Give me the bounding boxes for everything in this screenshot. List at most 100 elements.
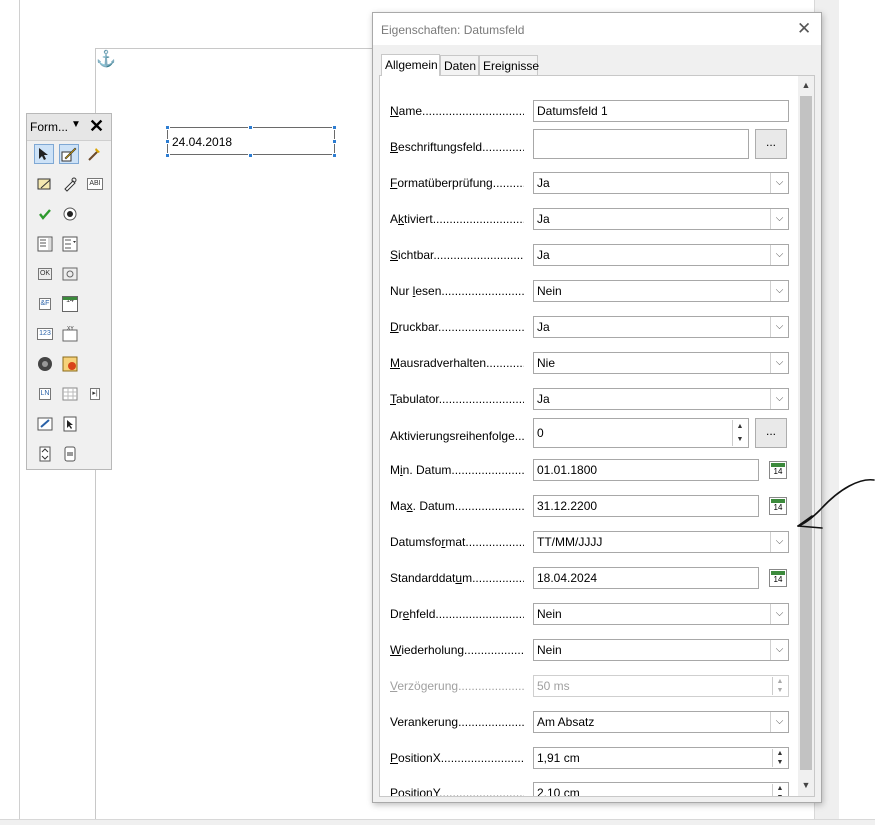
selection-handle-bottom-right[interactable] [332, 153, 337, 158]
selection-handle-top-right[interactable] [332, 125, 337, 130]
push-button-icon[interactable]: OK [35, 264, 55, 284]
image-button-icon[interactable] [60, 264, 80, 284]
label-leader-dots: ........................................… [433, 248, 524, 262]
selection-handle-left[interactable] [165, 139, 170, 144]
selection-handle-bottom[interactable] [248, 153, 253, 158]
field-datumsformat[interactable]: TT/MM/JJJJ ⌵ [533, 531, 789, 553]
selection-handle-top[interactable] [248, 125, 253, 130]
field-positionx[interactable]: 1,91 cm ▲ ▼ [533, 747, 789, 769]
property-name: Max. Datum [390, 499, 455, 513]
numerical-field-icon[interactable]: 123 [35, 324, 55, 344]
activation-order-icon[interactable] [60, 414, 80, 434]
list-box-icon[interactable] [35, 234, 55, 254]
label-leader-dots: ........................................… [422, 104, 524, 118]
scroll-down-icon[interactable]: ▼ [798, 780, 814, 794]
spin-button-icon[interactable]: ▲▼ [772, 784, 787, 796]
chevron-down-icon[interactable]: ⌵ [770, 532, 788, 552]
navigation-bar-icon[interactable] [35, 354, 55, 374]
label-field-icon[interactable]: ABI [85, 174, 105, 194]
spin-button-icon[interactable] [35, 444, 55, 464]
field-drehfeld[interactable]: Nein ⌵ [533, 603, 789, 625]
dialog-titlebar[interactable]: Eigenschaften: Datumsfeld ✕ [373, 13, 821, 45]
field-min-datum[interactable]: 01.01.1800 [533, 459, 759, 481]
field-mausradverhalten[interactable]: Nie ⌵ [533, 352, 789, 374]
chevron-down-icon[interactable]: ⌵ [770, 317, 788, 337]
property-name: Wiederholung [390, 643, 465, 657]
selection-handle-top-left[interactable] [165, 125, 170, 130]
calendar-icon[interactable]: 14 [769, 461, 787, 479]
formatted-field-icon[interactable]: &F [35, 294, 55, 314]
file-selection-icon[interactable]: ▸| [85, 384, 105, 404]
label-leader-dots: ........................................… [441, 284, 524, 298]
field-formatüberprüfung[interactable]: Ja ⌵ [533, 172, 789, 194]
field-aktivierungsreihenfolge[interactable]: 0 ▲ ▼ [533, 418, 749, 448]
design-mode-icon[interactable] [59, 144, 79, 164]
field-wiederholung[interactable]: Nein ⌵ [533, 639, 789, 661]
selection-handle-right[interactable] [332, 139, 337, 144]
date-field-icon[interactable]: 14 [60, 294, 80, 314]
spin-button-icon[interactable]: ▲▼ [732, 420, 747, 446]
label-leader-dots: ........................................… [458, 715, 524, 729]
chevron-down-icon[interactable]: ⌵ [770, 245, 788, 265]
field-nur-lesen[interactable]: Nein ⌵ [533, 280, 789, 302]
field-name[interactable]: Datumsfeld 1 [533, 100, 789, 122]
calendar-icon[interactable]: 14 [769, 569, 787, 587]
pattern-field-icon[interactable]: XY [60, 324, 80, 344]
field-sichtbar[interactable]: Ja ⌵ [533, 244, 789, 266]
field-druckbar[interactable]: Ja ⌵ [533, 316, 789, 338]
control-wizards-icon[interactable] [84, 144, 104, 164]
property-name: Verzögerung [390, 679, 459, 693]
chevron-down-icon[interactable]: ⌵ [770, 389, 788, 409]
tab-daten[interactable]: Daten [440, 55, 479, 76]
control-properties-icon[interactable] [60, 174, 80, 194]
property-name: Datumsformat [390, 535, 466, 549]
ellipsis-button-beschriftungsfeld[interactable]: ... [755, 129, 787, 159]
anchor-icon[interactable]: ⚓ [96, 50, 116, 70]
tab-allgemein[interactable]: Allgemein [381, 54, 440, 76]
ellipsis-button-aktivierungsreihenfolge[interactable]: ... [755, 418, 787, 448]
scroll-up-icon[interactable]: ▲ [798, 80, 814, 94]
form-design-icon[interactable] [35, 174, 55, 194]
chevron-down-icon[interactable]: ⌵ [770, 281, 788, 301]
calendar-icon[interactable]: 14 [769, 497, 787, 515]
properties-scrollbar[interactable]: ▲ ▼ [798, 76, 814, 796]
chevron-down-icon[interactable]: ⌵ [770, 604, 788, 624]
text-field-icon[interactable]: LN [35, 384, 55, 404]
toolbar-header[interactable]: Form... ▼ ✕ [27, 114, 111, 141]
field-positiony[interactable]: 2,10 cm ▲▼ [533, 782, 789, 796]
table-control-icon[interactable] [60, 384, 80, 404]
field-value: 18.04.2024 [537, 571, 598, 585]
group-box-icon[interactable] [35, 414, 55, 434]
chevron-down-icon[interactable]: ⌵ [770, 209, 788, 229]
combo-box-icon[interactable] [60, 234, 80, 254]
field-standarddatum[interactable]: 18.04.2024 [533, 567, 759, 589]
image-control-icon[interactable] [60, 354, 80, 374]
chevron-down-icon[interactable]: ⌵ [770, 712, 788, 732]
field-tabulator[interactable]: Ja ⌵ [533, 388, 789, 410]
selection-handle-bottom-left[interactable] [165, 153, 170, 158]
tab-ereignisse[interactable]: Ereignisse [479, 55, 539, 76]
toolbar-dropdown-icon[interactable]: ▼ [71, 119, 81, 130]
option-button-icon[interactable] [60, 204, 80, 224]
field-beschriftungsfeld[interactable] [533, 129, 749, 159]
field-max-datum[interactable]: 31.12.2200 [533, 495, 759, 517]
label-leader-dots: ........................................… [438, 320, 524, 334]
checkbox-icon[interactable] [35, 204, 55, 224]
field-aktiviert[interactable]: Ja ⌵ [533, 208, 789, 230]
chevron-down-icon[interactable]: ⌵ [770, 173, 788, 193]
scrollbar-thumb[interactable] [800, 96, 812, 770]
label-tabulator: Tabulator...............................… [390, 392, 524, 406]
toolbar-close-icon[interactable]: ✕ [89, 116, 104, 136]
spin-button-icon[interactable]: ▲▼ [772, 749, 787, 767]
chevron-down-icon[interactable]: ⌵ [770, 353, 788, 373]
label-name: Name....................................… [390, 104, 524, 118]
chevron-down-icon[interactable]: ⌵ [770, 640, 788, 660]
dialog-close-icon[interactable]: ✕ [797, 19, 811, 39]
property-name: Mausradverhalten [390, 356, 487, 370]
property-name: Min. Datum [390, 463, 452, 477]
label-leader-dots: ........................................… [435, 607, 524, 621]
field-verankerung[interactable]: Am Absatz ⌵ [533, 711, 789, 733]
select-pointer-icon[interactable] [34, 144, 54, 164]
scrollbar-icon[interactable] [60, 444, 80, 464]
date-field-control[interactable]: 24.04.2018 [167, 127, 335, 155]
